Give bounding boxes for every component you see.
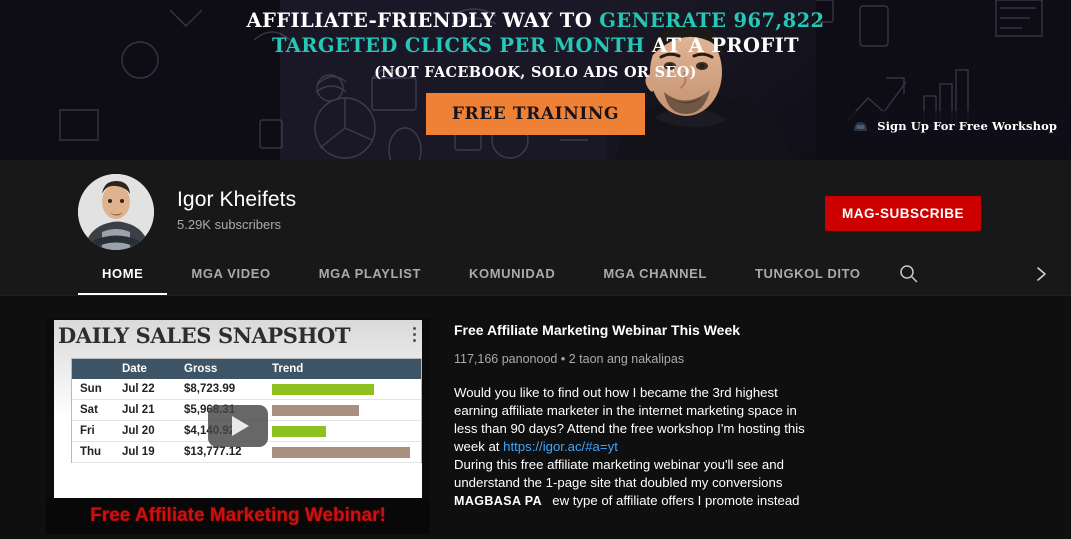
table-row: Sun Jul 22 $8,723.99: [72, 379, 421, 400]
thumbnail-heading: DAILY SALES SNAPSHOT: [58, 323, 351, 348]
avatar[interactable]: [78, 174, 154, 250]
tab-channels[interactable]: MGA CHANNEL: [579, 252, 731, 295]
headline-white-2: AT A PROFIT: [652, 34, 800, 57]
table-header-row: Date Gross Trend: [72, 359, 421, 379]
subscriber-count: 5.29K subscribers: [177, 217, 282, 232]
row-date: Jul 20: [122, 425, 155, 437]
tab-videos-label: MGA VIDEO: [191, 266, 271, 281]
trend-bar: [272, 383, 374, 395]
tab-channels-label: MGA CHANNEL: [603, 266, 707, 281]
free-training-button[interactable]: FREE TRAINING: [425, 93, 646, 135]
tab-community-label: KOMUNIDAD: [469, 266, 556, 281]
tabs-next-button[interactable]: [1021, 252, 1061, 295]
meta-separator: •: [560, 352, 566, 366]
headline-teal-1: GENERATE 967,822: [599, 9, 825, 32]
play-button-icon[interactable]: [208, 405, 268, 447]
channel-meta: Igor Kheifets 5.29K subscribers: [177, 174, 296, 232]
kebab-menu-icon: [413, 327, 416, 345]
tab-playlists-label: MGA PLAYLIST: [318, 266, 422, 281]
row-gross: $8,723.99: [184, 383, 236, 395]
tab-about-label: TUNGKOL DITO: [754, 266, 861, 281]
search-icon: [900, 265, 918, 283]
channel-banner[interactable]: AFFILIATE-FRIENDLY WAY TO GENERATE 967,8…: [0, 0, 1071, 160]
upload-age: 2 taon ang nakalipas: [568, 352, 685, 366]
tab-community[interactable]: KOMUNIDAD: [445, 252, 579, 295]
trend-bar: [272, 425, 326, 437]
channel-tabbar: HOME MGA VIDEO MGA PLAYLIST KOMUNIDAD MG…: [0, 252, 1071, 296]
search-button[interactable]: [885, 252, 933, 295]
row-trend: [272, 383, 413, 395]
trend-bar: [272, 446, 411, 458]
trend-bar: [272, 404, 360, 416]
channel-header: Igor Kheifets 5.29K subscribers MAG-SUBS…: [0, 160, 1071, 252]
col-spacer: [80, 363, 122, 375]
signup-free-workshop-button[interactable]: Sign Up For Free Workshop: [842, 111, 1069, 140]
tab-videos[interactable]: MGA VIDEO: [167, 252, 294, 295]
row-day: Sat: [80, 404, 98, 416]
view-count: 117,166 panonood: [454, 352, 558, 366]
tab-home[interactable]: HOME: [78, 252, 168, 295]
row-day: Fri: [80, 425, 95, 437]
chevron-right-icon: [1036, 266, 1046, 281]
video-title[interactable]: Free Affiliate Marketing Webinar This We…: [454, 320, 814, 340]
channel-name: Igor Kheifets: [177, 188, 297, 211]
row-trend: [272, 446, 413, 458]
signup-label: Sign Up For Free Workshop: [877, 118, 1057, 133]
channel-avatar: [78, 174, 154, 250]
tab-home-label: HOME: [102, 266, 144, 281]
featured-video-section: DAILY SALES SNAPSHOT Date Gross Trend Su…: [0, 296, 1071, 539]
description-paragraph-1: Would you like to find out how I became …: [454, 384, 814, 456]
video-thumbnail[interactable]: DAILY SALES SNAPSHOT Date Gross Trend Su…: [46, 318, 430, 534]
row-date: Jul 19: [122, 446, 155, 458]
headline-white-1: AFFILIATE-FRIENDLY WAY TO: [246, 9, 600, 32]
row-trend: [272, 404, 413, 416]
col-gross: Gross: [184, 363, 218, 375]
row-day: Sun: [80, 383, 102, 395]
description-clipped-region: During this free affiliate marketing web…: [454, 456, 814, 510]
row-trend: [272, 425, 413, 437]
tab-playlists[interactable]: MGA PLAYLIST: [295, 252, 445, 295]
row-day: Thu: [80, 446, 102, 458]
col-trend: Trend: [272, 363, 304, 375]
thumbnail-caption: Free Affiliate Marketing Webinar!: [46, 498, 430, 534]
banner-subheadline: (NOT FACEBOOK, SOLO ADS OR SEO): [374, 64, 697, 81]
banner-headline-line1: AFFILIATE-FRIENDLY WAY TO GENERATE 967,8…: [0, 8, 1071, 33]
row-gross: $13,777.12: [184, 446, 242, 458]
headline-teal-2: TARGETED CLICKS PER MONTH: [271, 34, 653, 57]
video-metadata: 117,166 panonood • 2 taon ang nakalipas: [454, 352, 814, 366]
video-info: Free Affiliate Marketing Webinar This We…: [454, 318, 814, 539]
col-date: Date: [122, 363, 147, 375]
video-description: Would you like to find out how I became …: [454, 384, 814, 510]
tab-about[interactable]: TUNGKOL DITO: [731, 252, 885, 295]
row-date: Jul 22: [122, 383, 155, 395]
description-link[interactable]: https://igor.ac/#a=yt: [503, 439, 618, 454]
banner-headline-line2: TARGETED CLICKS PER MONTH AT A PROFIT: [0, 33, 1071, 58]
badge-icon: [854, 122, 868, 131]
row-date: Jul 21: [122, 404, 155, 416]
read-more-button[interactable]: MAGBASA PA: [454, 490, 553, 510]
subscribe-button[interactable]: MAG-SUBSCRIBE: [824, 196, 981, 231]
